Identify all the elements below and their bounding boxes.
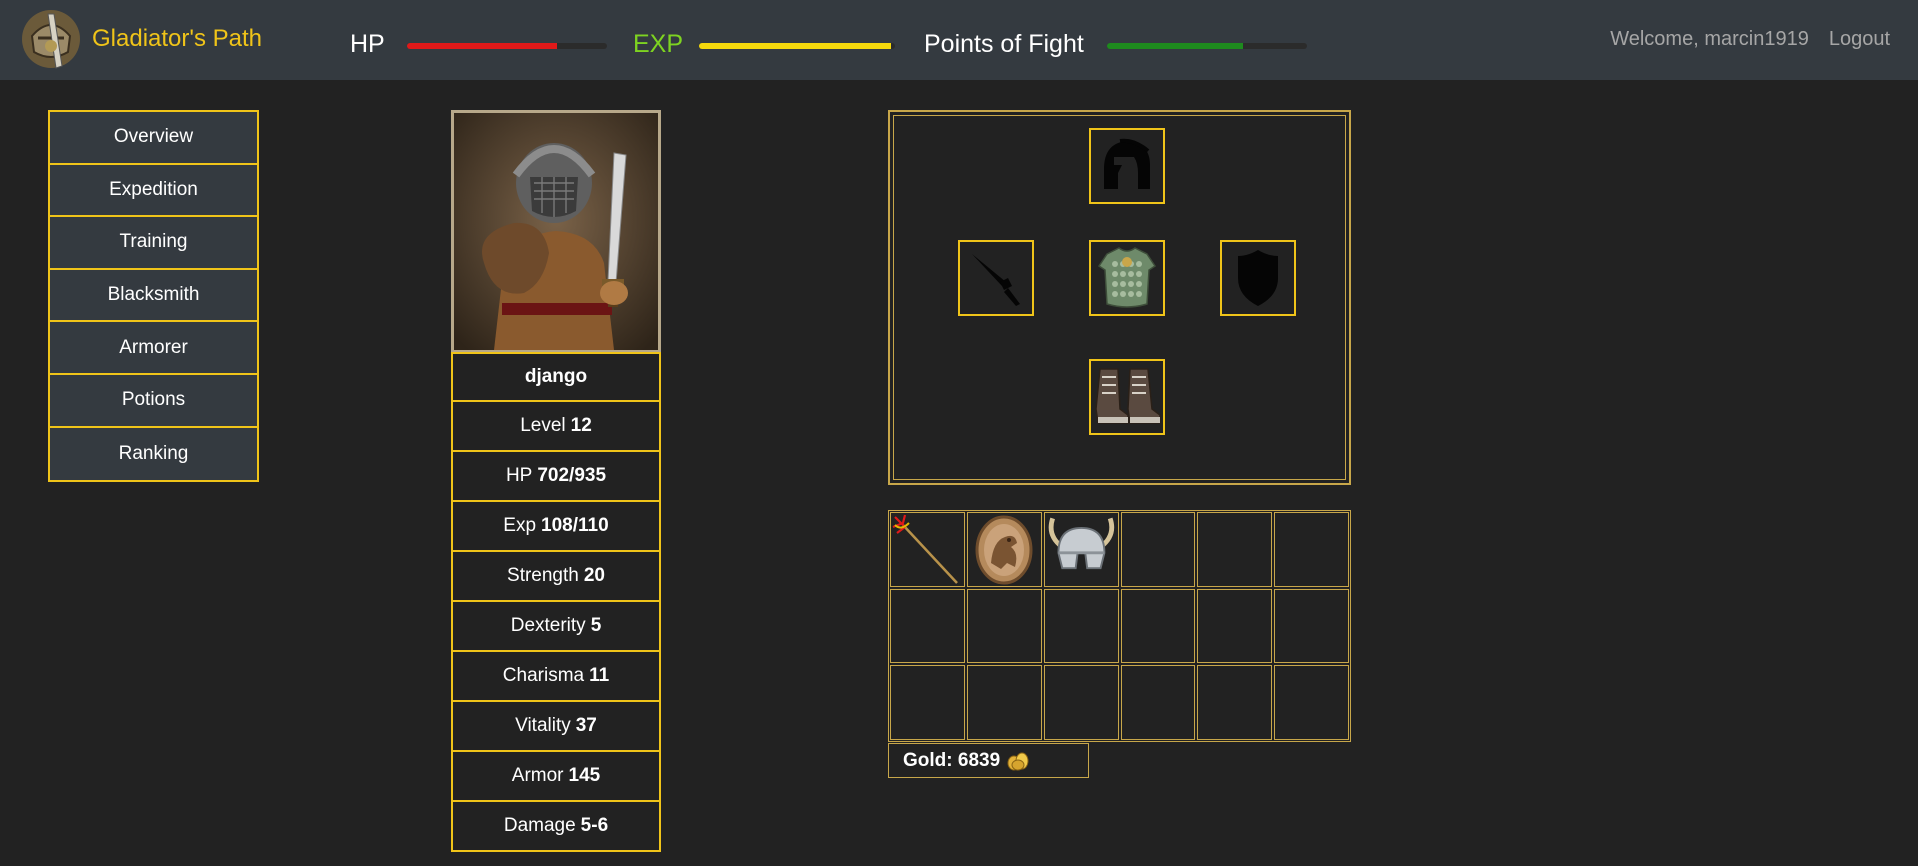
exp-bar-fill [699,43,892,49]
inventory-slot-empty[interactable] [1197,665,1273,740]
character-name-value: django [524,366,588,387]
stat-label: Strength [507,565,579,586]
exp-bar [699,43,895,49]
horned-helmet-icon [1048,517,1114,570]
stat-row-hp: HP 702/935 [451,452,661,502]
inventory-slot-trident[interactable] [890,512,965,587]
stat-label: Vitality [515,715,571,736]
hp-bar-label: HP [350,30,385,58]
app-title: Gladiator's Path [92,25,263,52]
stat-value: 5 [590,615,602,636]
stat-value: 12 [570,415,592,436]
inventory-slot-empty[interactable] [1120,512,1196,587]
side-menu: Overview Expedition Training Blacksmith … [48,110,259,483]
character-stats: django Level 12 HP 702/935 Exp 108/110 Stre… [451,352,661,852]
menu-item-armorer[interactable]: Armorer [50,322,257,375]
shield-icon [1238,250,1278,306]
helmet-slot[interactable] [1089,128,1165,204]
shield-slot[interactable] [1220,240,1296,316]
inventory-slot-empty[interactable] [1274,512,1349,587]
character-name: django [451,352,661,402]
gold-display: Gold: 6839 [888,743,1089,778]
inventory-slot-helmet[interactable] [1043,512,1119,587]
gold-coins-icon [1007,752,1029,770]
exp-bar-label: EXP [633,30,684,58]
stat-row-level: Level 12 [451,402,661,452]
gladiator-portrait-image [454,113,658,350]
menu-item-overview[interactable]: Overview [50,112,257,165]
stat-value: 108/110 [541,515,609,536]
armor-slot[interactable] [1089,240,1165,316]
stat-value: 37 [575,715,597,736]
equipment-panel-inner [893,115,1346,480]
menu-item-potions[interactable]: Potions [50,374,257,428]
griffin-amulet-icon [975,515,1033,585]
stat-row-charisma: Charisma 11 [451,652,661,702]
stat-label: Dexterity [510,615,586,636]
stat-value: 145 [568,765,601,786]
weapon-slot[interactable] [958,240,1034,316]
menu-item-blacksmith[interactable]: Blacksmith [50,269,257,323]
hp-bar [407,43,607,49]
menu-item-ranking[interactable]: Ranking [50,427,257,481]
stat-value: 702/935 [537,465,607,486]
top-navbar: Gladiator's Path HP EXP Points of Fight … [0,0,1918,80]
inventory-slot-empty[interactable] [1120,588,1196,664]
gladiator-logo-icon [22,10,80,69]
user-area: Welcome, marcin1919 Logout [1610,28,1890,51]
inventory-slot-empty[interactable] [966,588,1042,664]
boots-icon [1095,368,1161,424]
gold-label: Gold: 6839 [903,749,1001,771]
inventory-slot-empty[interactable] [1274,665,1349,740]
stat-label: Exp [503,515,537,536]
stat-value: 11 [589,665,610,686]
stat-row-vitality: Vitality 37 [451,702,661,752]
points-of-fight-bar [1107,43,1307,49]
stat-row-armor: Armor 145 [451,752,661,802]
stat-row-exp: Exp 108/110 [451,502,661,552]
inventory-slot-empty[interactable] [1120,665,1196,740]
inventory-slot-empty[interactable] [890,588,965,664]
scale-armor-icon [1097,247,1157,308]
stat-label: Armor [511,765,564,786]
helmet-icon [1104,138,1150,189]
stat-label: HP [505,465,533,486]
equipment-panel [888,110,1351,485]
inventory-slot-empty[interactable] [966,665,1042,740]
stat-label: Level [520,415,566,436]
inventory-slot-empty[interactable] [1197,512,1273,587]
stat-row-strength: Strength 20 [451,552,661,602]
welcome-text[interactable]: Welcome, marcin1919 [1610,28,1809,51]
logout-link[interactable]: Logout [1829,28,1890,51]
stat-value: 5-6 [580,815,609,836]
inventory-slot-amulet[interactable] [966,512,1042,587]
points-of-fight-bar-fill [1107,43,1243,49]
menu-item-training[interactable]: Training [50,217,257,270]
boots-slot[interactable] [1089,359,1165,435]
menu-item-expedition[interactable]: Expedition [50,164,257,218]
stat-row-dexterity: Dexterity 5 [451,602,661,652]
inventory-slot-empty[interactable] [1274,588,1349,664]
inventory-slot-empty[interactable] [1197,588,1273,664]
points-of-fight-bar-label: Points of Fight [924,30,1084,58]
inventory-slot-empty[interactable] [1043,665,1119,740]
stat-label: Charisma [502,665,585,686]
hp-bar-fill [407,43,557,49]
inventory-slot-empty[interactable] [890,665,965,740]
trident-icon [892,515,959,585]
character-portrait [451,110,661,353]
brand[interactable]: Gladiator's Path [18,6,262,72]
inventory-grid [888,510,1351,742]
stat-row-damage: Damage 5-6 [451,802,661,852]
dagger-icon [972,254,1020,306]
stat-label: Damage [503,815,576,836]
inventory-slot-empty[interactable] [1043,588,1119,664]
stat-value: 20 [583,565,605,586]
